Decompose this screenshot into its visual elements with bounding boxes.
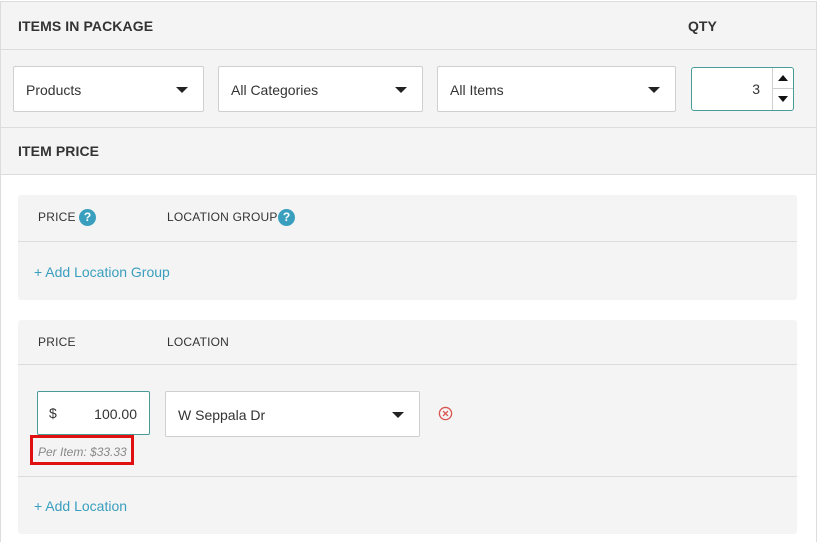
price-column-label: PRICE xyxy=(38,210,76,224)
spin-down-icon xyxy=(778,96,788,102)
help-circle-icon[interactable]: ? xyxy=(278,209,295,226)
currency-symbol: $ xyxy=(49,405,57,421)
item-price-title: ITEM PRICE xyxy=(18,143,100,159)
remove-circle-icon[interactable] xyxy=(438,406,453,421)
items-in-package-title: ITEMS IN PACKAGE xyxy=(18,18,154,34)
location-value: W Seppala Dr xyxy=(178,407,266,423)
product-type-value: Products xyxy=(26,82,82,98)
per-item-price-highlight: Per Item: $33.33 xyxy=(30,435,134,465)
location-card: PRICE LOCATION $ 100.00 Per Item: $33.33… xyxy=(18,320,797,534)
items-select[interactable]: All Items xyxy=(437,66,676,112)
add-location-group-link[interactable]: + Add Location Group xyxy=(34,264,170,280)
items-in-package-header: ITEMS IN PACKAGE QTY xyxy=(1,2,816,50)
caret-down-icon xyxy=(176,87,188,93)
location-card-header: PRICE LOCATION xyxy=(18,320,797,365)
category-value: All Categories xyxy=(231,82,319,98)
price-column-label: PRICE xyxy=(38,335,76,349)
per-item-price-text: Per Item: $33.33 xyxy=(38,445,127,459)
location-group-column-label: LOCATION GROUP xyxy=(167,210,278,224)
qty-value: 3 xyxy=(752,81,760,97)
caret-down-icon xyxy=(648,87,660,93)
qty-spinner xyxy=(772,68,793,110)
price-value: 100.00 xyxy=(94,406,137,422)
caret-down-icon xyxy=(395,87,407,93)
product-type-select[interactable]: Products xyxy=(13,66,204,112)
location-select[interactable]: W Seppala Dr xyxy=(165,391,420,437)
spin-up-icon xyxy=(778,75,788,81)
add-location-link[interactable]: + Add Location xyxy=(34,498,127,514)
spin-up-button[interactable] xyxy=(773,68,793,89)
location-group-card: PRICE ? LOCATION GROUP ? + Add Location … xyxy=(18,195,797,300)
items-value: All Items xyxy=(450,82,504,98)
category-select[interactable]: All Categories xyxy=(218,66,423,112)
divider xyxy=(18,476,797,477)
package-panel: ITEMS IN PACKAGE QTY Products All Catego… xyxy=(0,1,817,542)
spin-down-button[interactable] xyxy=(773,89,793,110)
price-input[interactable]: $ 100.00 xyxy=(37,391,150,435)
qty-label: QTY xyxy=(688,18,717,34)
filters-row: Products All Categories All Items 3 xyxy=(1,50,816,128)
location-group-card-header: PRICE ? LOCATION GROUP ? xyxy=(18,195,797,242)
item-price-header: ITEM PRICE xyxy=(1,128,816,175)
help-circle-icon[interactable]: ? xyxy=(79,209,96,226)
qty-stepper[interactable]: 3 xyxy=(691,67,794,111)
caret-down-icon xyxy=(392,412,404,418)
location-column-label: LOCATION xyxy=(167,335,230,349)
